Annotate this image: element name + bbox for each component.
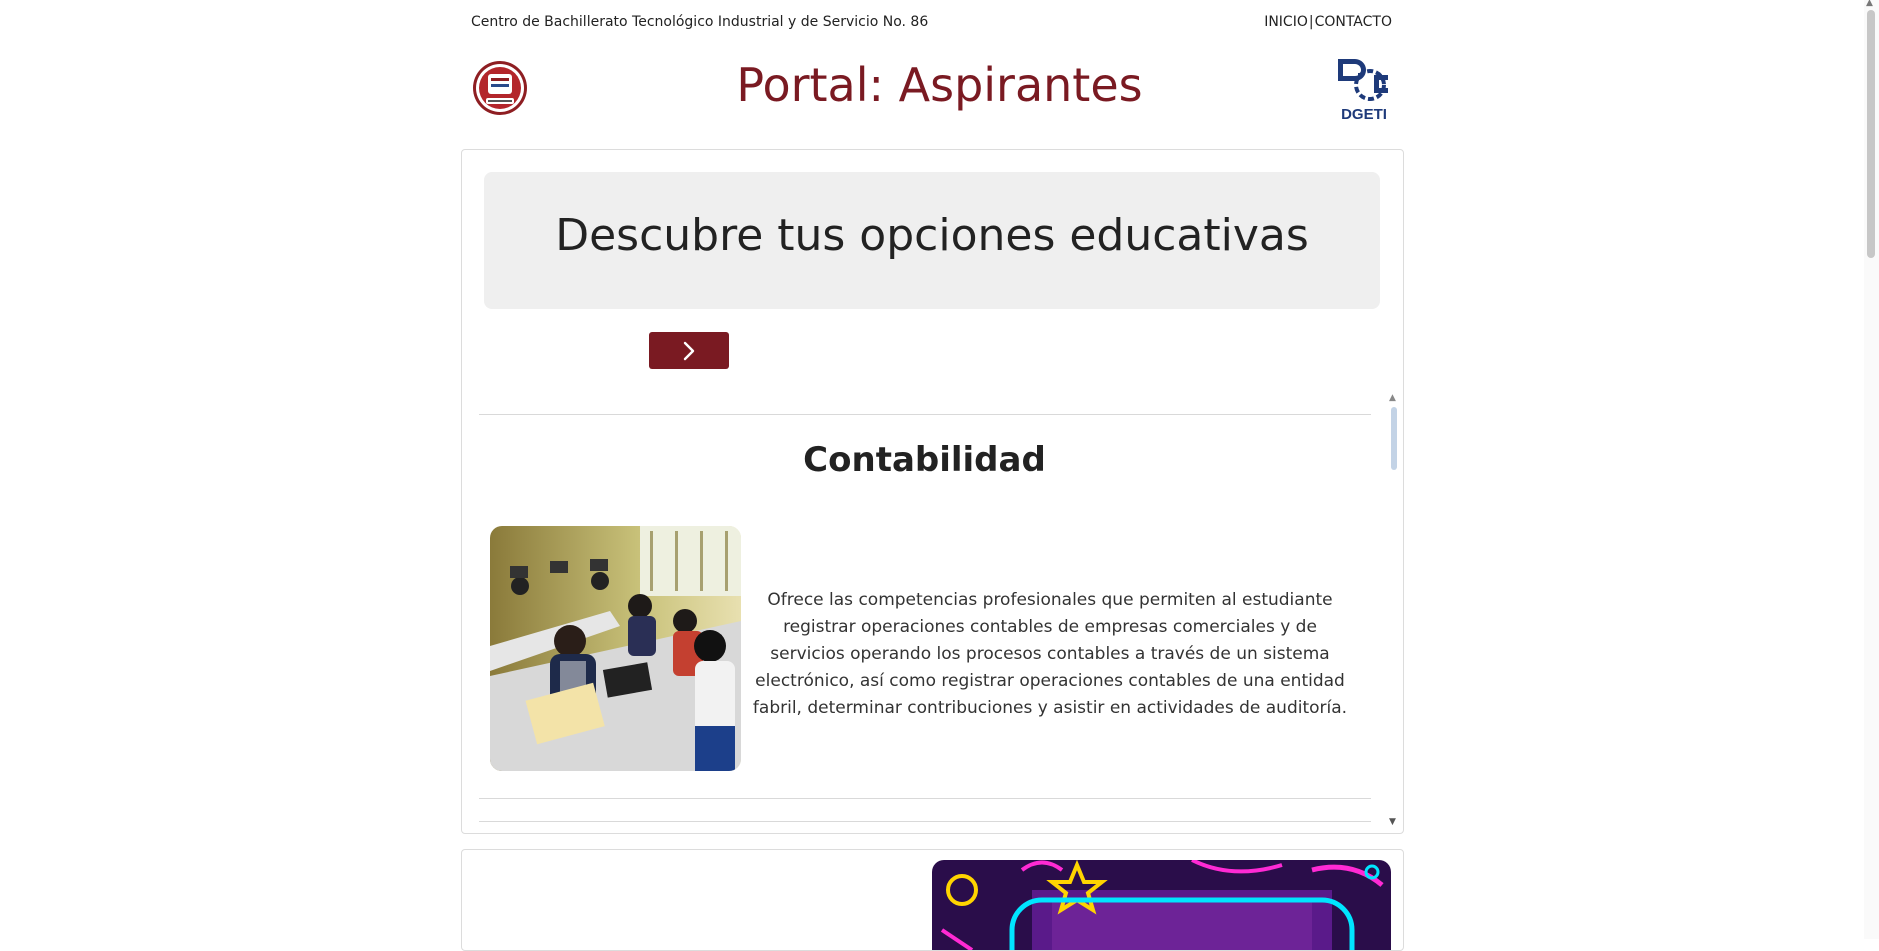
next-button[interactable] bbox=[649, 332, 729, 369]
program-photo bbox=[490, 526, 741, 771]
divider bbox=[479, 798, 1371, 799]
page: Centro de Bachillerato Tecnológico Indus… bbox=[0, 0, 1879, 951]
caret-up-icon[interactable]: ▲ bbox=[1389, 393, 1396, 403]
program-description: Ofrece las competencias profesionales qu… bbox=[752, 590, 1348, 718]
page-scrollbar-thumb[interactable] bbox=[1867, 10, 1875, 258]
dgeti-logo[interactable]: DGETI bbox=[1334, 55, 1394, 123]
hero-banner: Descubre tus opciones educativas bbox=[484, 172, 1380, 309]
inner-scrollbar-thumb[interactable] bbox=[1391, 407, 1397, 470]
neon-banner-image bbox=[932, 860, 1391, 950]
program-title: Contabilidad bbox=[803, 440, 1046, 480]
page-title: Portal: Aspirantes bbox=[736, 58, 1143, 112]
divider bbox=[479, 414, 1371, 415]
top-nav: INICIO|CONTACTO bbox=[1264, 14, 1392, 30]
chevron-right-icon bbox=[683, 341, 695, 360]
caret-up-icon[interactable]: ▲ bbox=[1866, 0, 1873, 8]
hero-heading: Descubre tus opciones educativas bbox=[555, 210, 1309, 261]
divider bbox=[479, 821, 1371, 822]
nav-contacto-link[interactable]: CONTACTO bbox=[1315, 14, 1392, 30]
nav-inicio-link[interactable]: INICIO bbox=[1264, 14, 1308, 30]
dgeti-logo-text: DGETI bbox=[1341, 106, 1387, 123]
school-name: Centro de Bachillerato Tecnológico Indus… bbox=[471, 14, 929, 30]
caret-down-icon[interactable]: ▼ bbox=[1389, 817, 1396, 827]
nav-separator: | bbox=[1308, 14, 1314, 30]
